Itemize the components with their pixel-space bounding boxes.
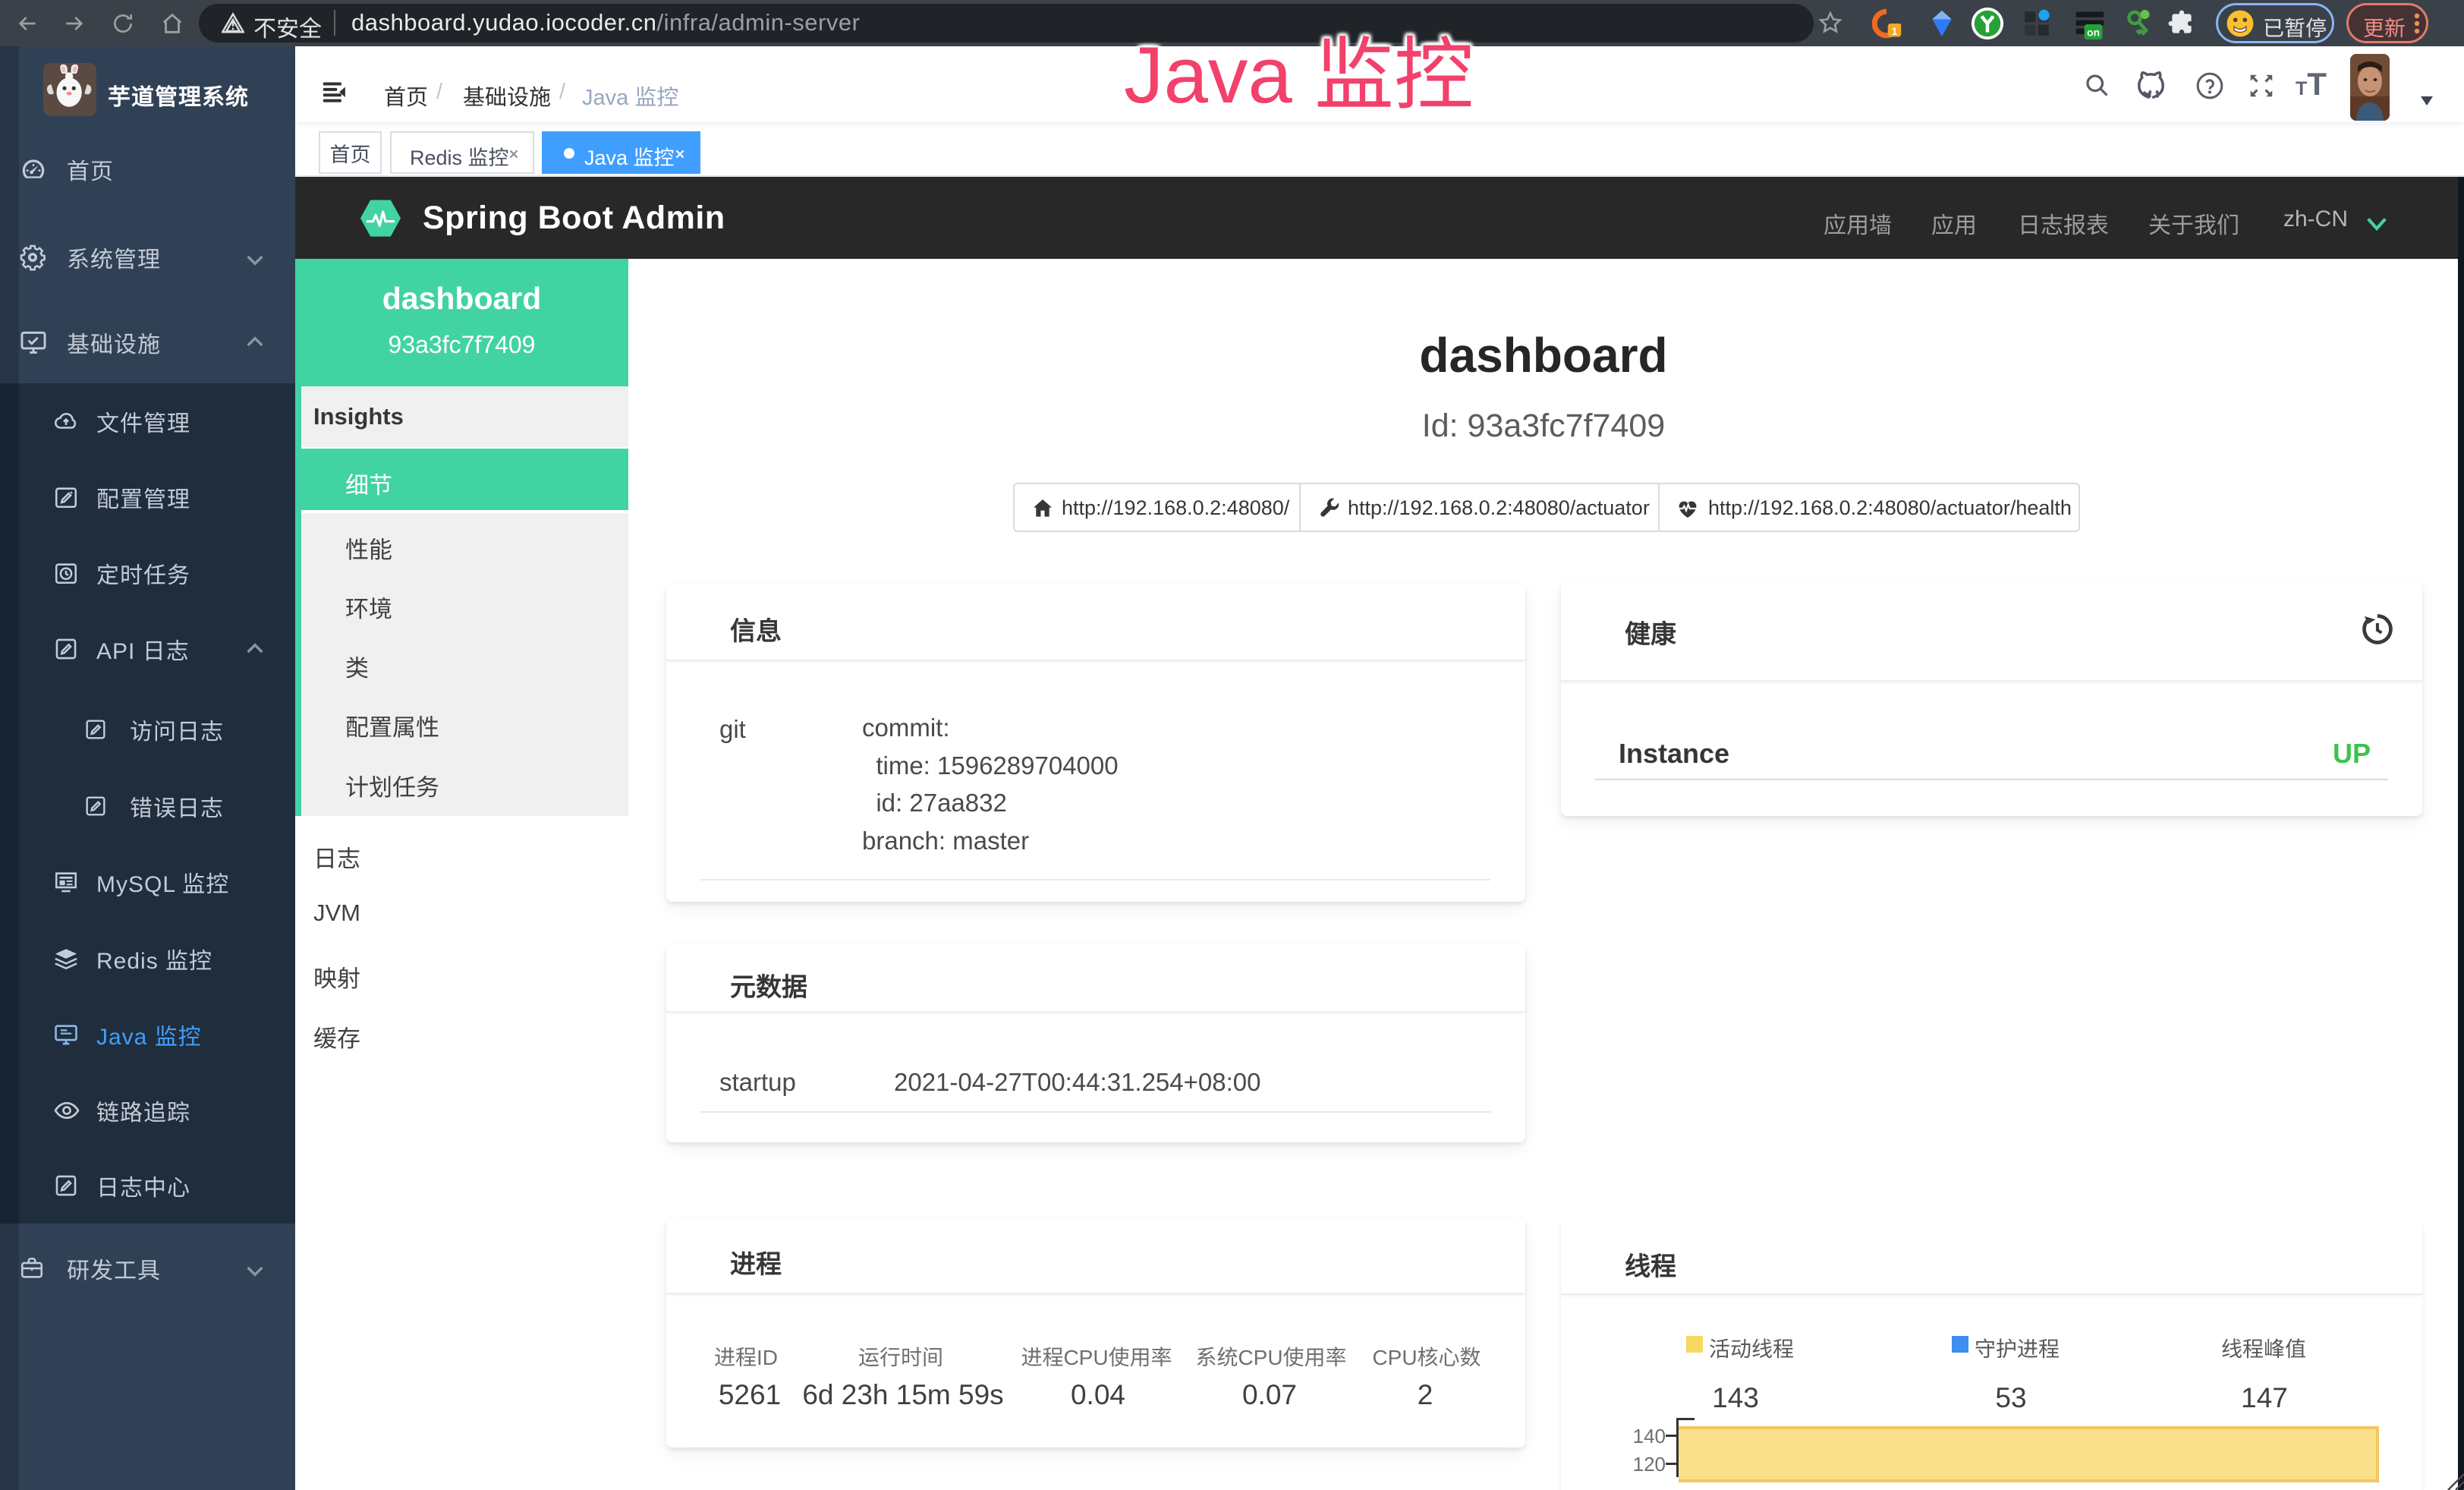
svg-text:1: 1 [1892, 25, 1898, 37]
svg-text:on: on [2087, 27, 2100, 39]
